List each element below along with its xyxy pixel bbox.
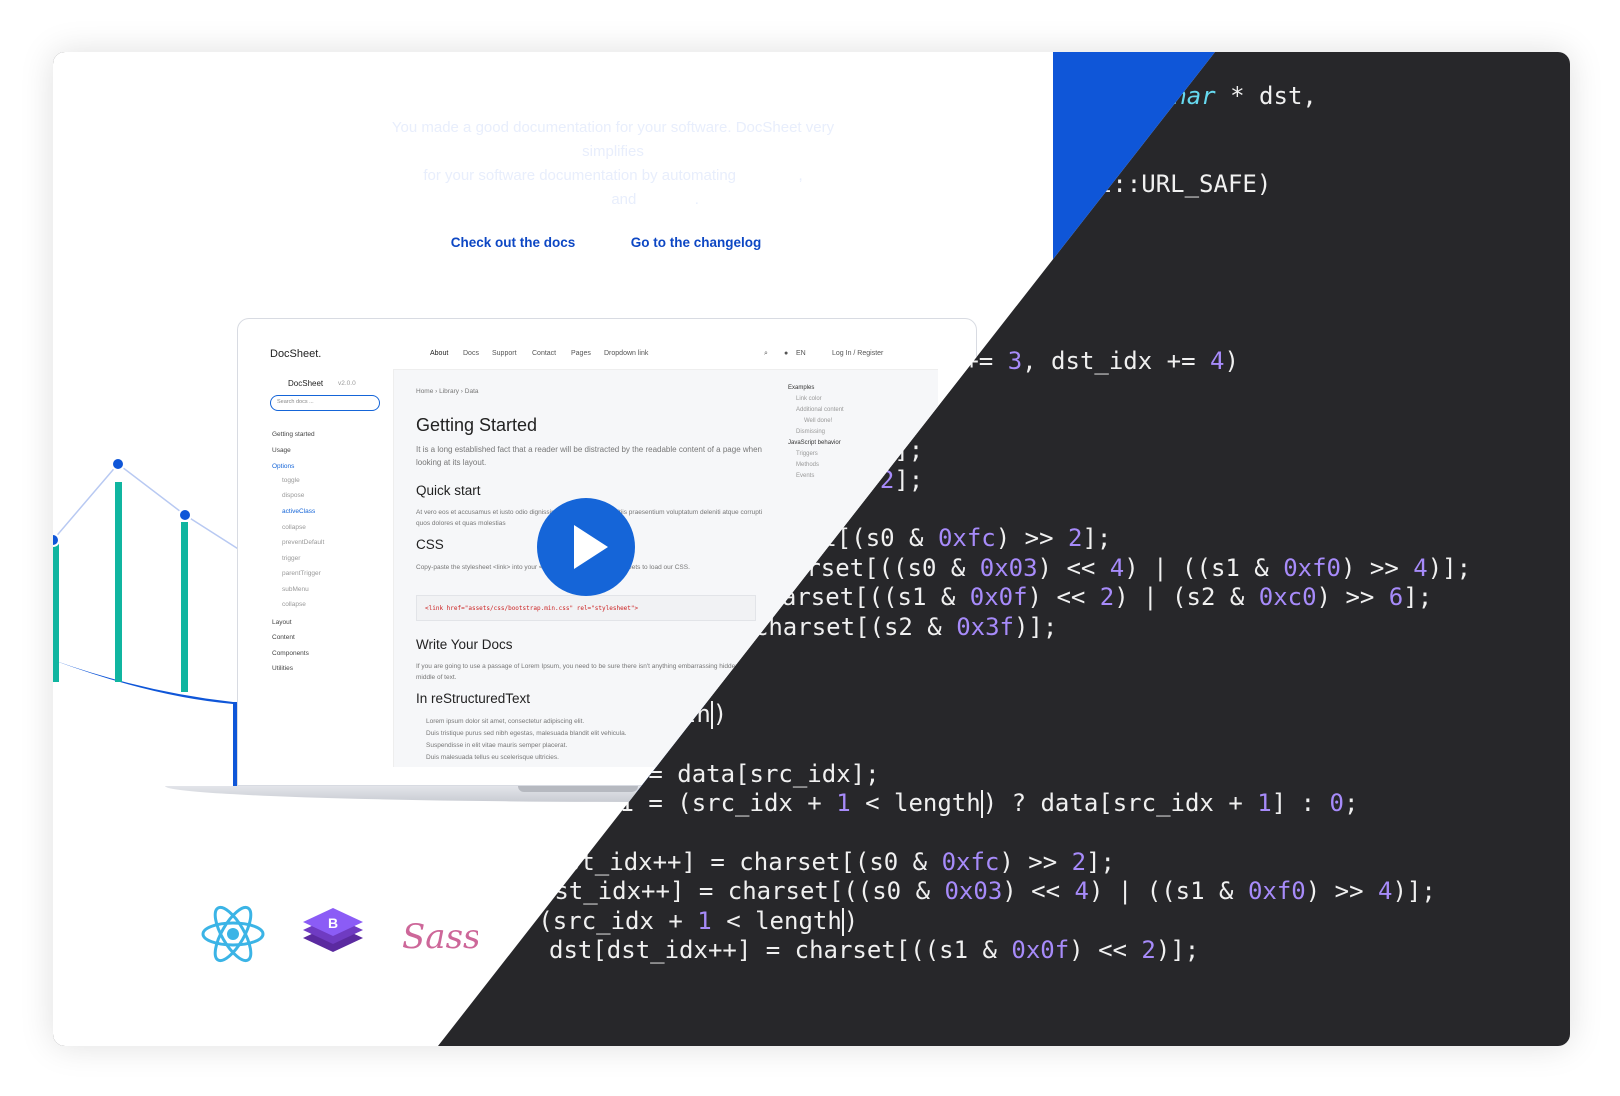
version-badge[interactable]: v2.0.0	[338, 380, 356, 387]
sidebar-item-utilities[interactable]: Utilities	[272, 665, 293, 672]
quick-start-heading: Quick start	[416, 483, 481, 498]
sidebar-item-usage[interactable]: Usage	[272, 447, 291, 454]
react-icon	[201, 905, 265, 963]
toc-item[interactable]: Dismissing	[796, 429, 825, 435]
css-heading: CSS	[416, 537, 444, 552]
check-docs-button[interactable]: Check out the docs	[433, 222, 593, 262]
nav-support[interactable]: Support	[492, 350, 517, 357]
sidebar-search[interactable]: Search docs ...	[270, 395, 380, 411]
toc-item[interactable]: Triggers	[796, 451, 818, 457]
intro-text: It is a long established fact that a rea…	[416, 445, 762, 467]
sidebar-subitem[interactable]: preventDefault	[282, 539, 324, 546]
svg-text:Sass: Sass	[402, 917, 478, 957]
play-icon[interactable]	[574, 525, 608, 569]
nav-contact[interactable]: Contact	[532, 350, 556, 357]
sidebar-item-options[interactable]: Options	[272, 463, 294, 470]
write-docs-text: If you are going to use a passage of Lor…	[416, 663, 757, 681]
hero-subtitle-line: versioning, and hosting.	[527, 191, 699, 208]
preview-logo: DocSheet.	[270, 348, 322, 360]
sass-icon: Sass	[402, 917, 478, 957]
page-title: Getting Started	[416, 415, 538, 435]
nav-pages[interactable]: Pages	[571, 350, 591, 357]
search-icon[interactable]: ⌕	[764, 350, 768, 358]
sidebar-subitem[interactable]: trigger	[282, 555, 300, 562]
hero-card: , char * dst, set::URL_SAFE) dx += 3, ds…	[53, 52, 1570, 1046]
sidebar-subitem-active[interactable]: activeClass	[282, 508, 315, 515]
sidebar-item-content[interactable]: Content	[272, 634, 295, 641]
sidebar-subitem[interactable]: collapse	[282, 524, 306, 531]
login-link[interactable]: Log In / Register	[832, 350, 883, 357]
breadcrumb: Home › Library › Data	[416, 388, 479, 395]
code-line: [dst_idx++] = charset[(s0 & 0xfc) >> 2];	[537, 848, 1115, 876]
code-snippet: <link href="assets/css/bootstrap.min.css…	[416, 595, 756, 621]
hero-subtitle: You made a good documentation for your s…	[383, 116, 843, 212]
code-line: charset[((s0 & 0x03) << 4) | ((s1 & 0xf0…	[763, 554, 1472, 582]
chart-decoration	[53, 457, 244, 692]
sidebar-subitem[interactable]: parentTrigger	[282, 570, 321, 577]
changelog-button[interactable]: Go to the changelog	[614, 222, 778, 262]
toc-item[interactable]: Methods	[796, 462, 819, 468]
sidebar-item-getting-started[interactable]: Getting started	[272, 431, 315, 438]
code-line: if (src_idx + 1 < length)	[495, 907, 859, 936]
hero-subtitle-line: You made a good documentation for your s…	[391, 119, 835, 160]
nav-about[interactable]: About	[430, 350, 448, 357]
toc-item[interactable]: Additional content	[796, 407, 844, 413]
language-select[interactable]: EN	[796, 350, 806, 357]
sidebar-search-placeholder: Search docs ...	[277, 399, 314, 405]
bootstrap-icon: B	[303, 908, 363, 952]
sidebar-item-layout[interactable]: Layout	[272, 619, 292, 626]
write-docs-heading: Write Your Docs	[416, 637, 513, 652]
code-line: = charset[(s2 & 0x3f)];	[725, 613, 1058, 641]
nav-dropdown[interactable]: Dropdown link	[604, 350, 648, 357]
svg-text:B: B	[328, 915, 338, 931]
preview-sidebar: DocSheet v2.0.0 Search docs ... Getting …	[258, 369, 394, 767]
code-line: charset[((s1 & 0x0f) << 2) | (s2 & 0xc0)…	[753, 583, 1433, 611]
code-line: t[dst_idx++] = charset[((s0 & 0x03) << 4…	[511, 877, 1436, 905]
laptop-notch	[518, 786, 638, 792]
sidebar-subitem[interactable]: collapse	[282, 601, 306, 608]
preview-navbar: DocSheet. About Docs Support Contact Pag…	[258, 339, 938, 370]
toc-item[interactable]: Well done!	[804, 418, 832, 424]
sidebar-subitem[interactable]: dispose	[282, 492, 304, 499]
sidebar-subitem[interactable]: toggle	[282, 477, 300, 484]
toc-item[interactable]: Link color	[796, 396, 822, 402]
toc-item[interactable]: Examples	[788, 385, 814, 391]
sidebar-logo: DocSheet	[288, 379, 324, 388]
flag-icon: ●	[784, 350, 789, 357]
sidebar-item-components[interactable]: Components	[272, 650, 309, 657]
code-line: s1 = (src_idx + 1 < length) ? data[src_i…	[605, 789, 1359, 818]
code-line: dst[dst_idx++] = charset[((s1 & 0x0f) <<…	[549, 936, 1200, 964]
toc-item[interactable]: JavaScript behavior	[788, 440, 841, 446]
rst-heading: In reStructuredText	[416, 691, 531, 706]
toc-item[interactable]: Events	[796, 473, 814, 479]
nav-docs[interactable]: Docs	[463, 350, 479, 357]
hero-title: Documentation your projects effectively …	[266, 62, 950, 94]
hero-subtitle-line: for your software documentation by autom…	[423, 167, 803, 184]
sidebar-subitem[interactable]: subMenu	[282, 586, 309, 593]
